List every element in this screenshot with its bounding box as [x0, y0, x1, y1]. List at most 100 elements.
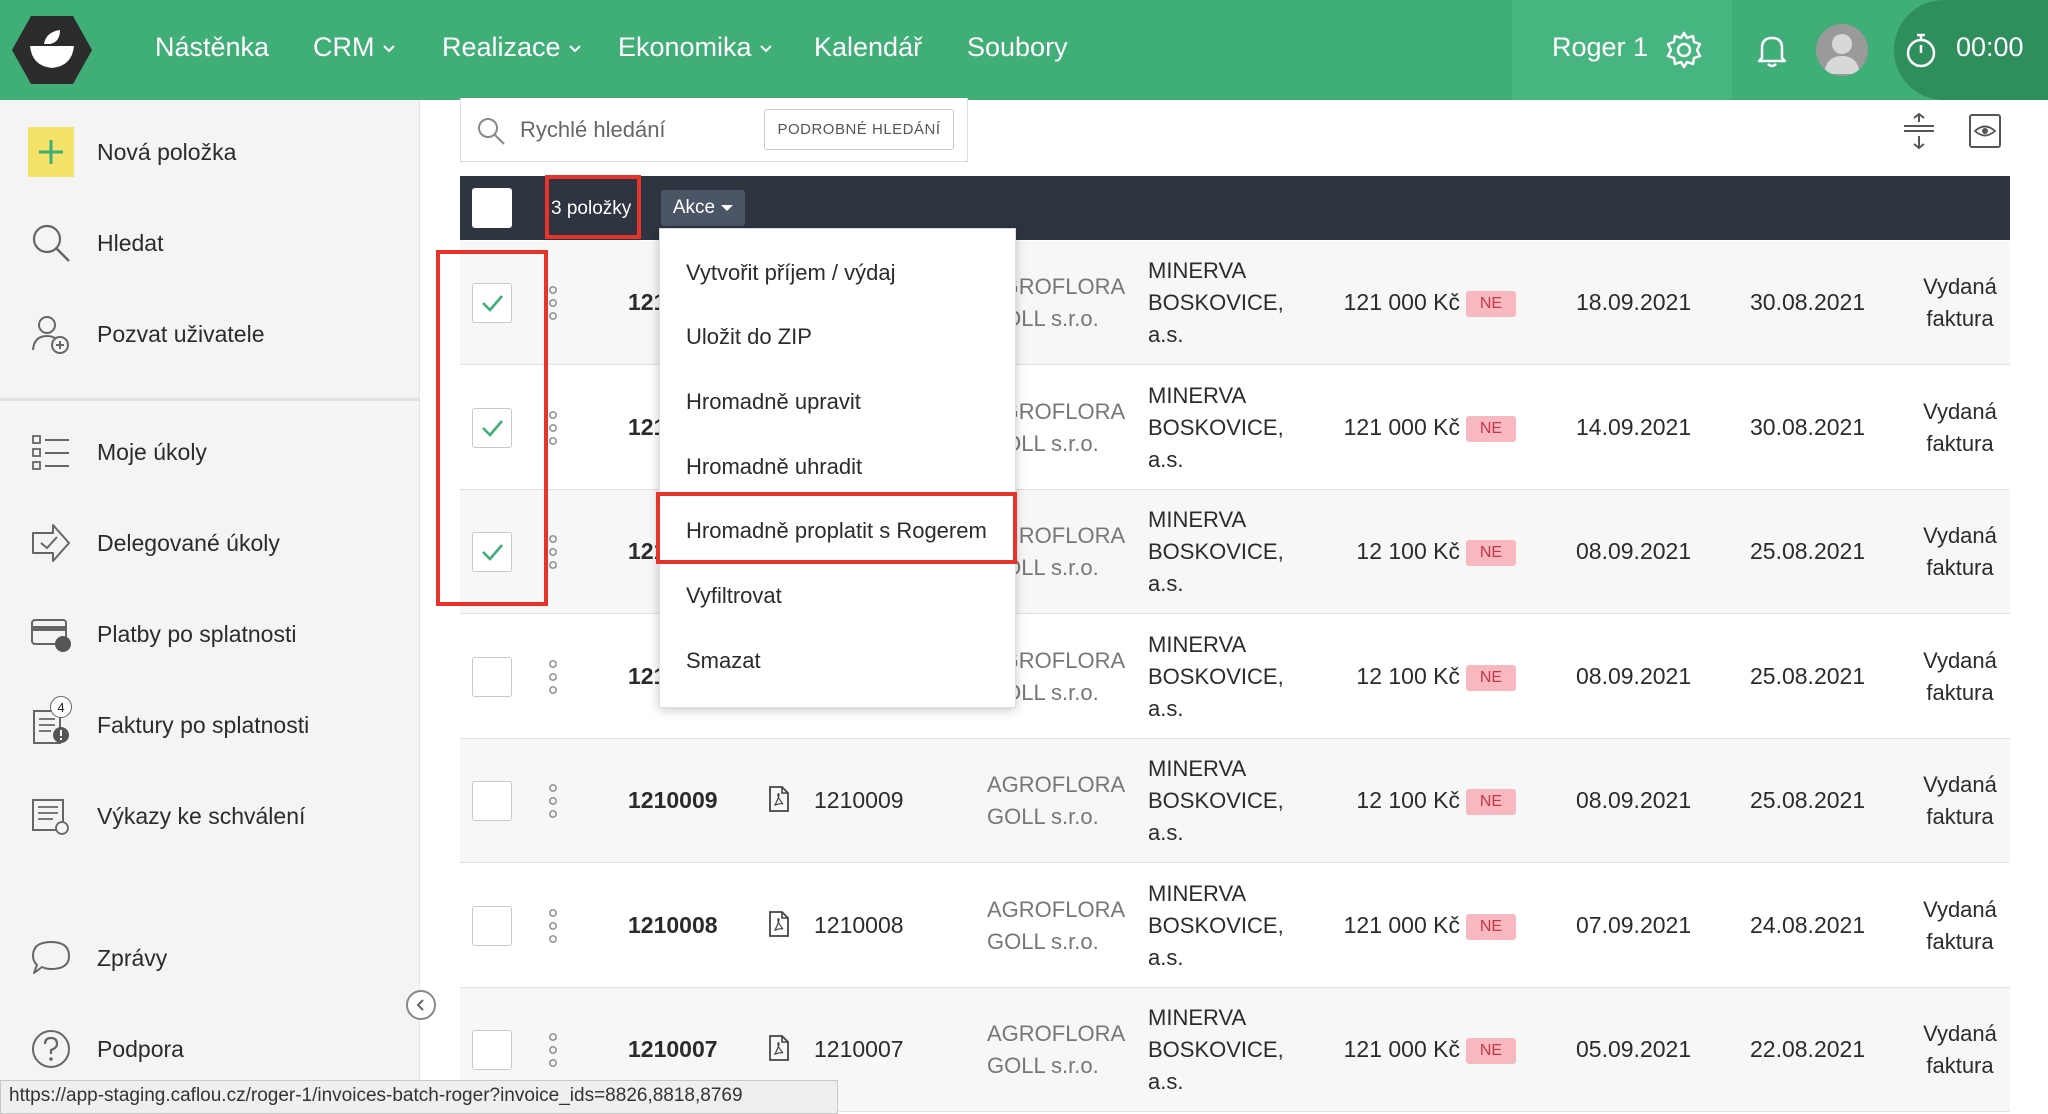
row-checkbox[interactable] [472, 906, 512, 946]
sidebar-item-support[interactable]: Podpora [0, 1017, 420, 1081]
user-silhouette-icon [1824, 34, 1860, 74]
sidebar-item-new[interactable]: Nová položka [0, 120, 420, 184]
delegate-icon [28, 520, 74, 566]
customer-line: a.s. [1148, 945, 1184, 970]
invoice-number[interactable]: 1210009 [628, 787, 718, 814]
actions-dropdown-button[interactable]: Akce [661, 190, 745, 226]
type-line: faktura [1926, 306, 1994, 331]
menu-item-bulk-pay[interactable]: Hromadně uhradit [660, 435, 1017, 499]
stopwatch-icon[interactable] [1902, 30, 1940, 70]
sidebar-item-messages[interactable]: Zprávy [0, 926, 420, 990]
sidebar-collapse-button[interactable] [406, 990, 436, 1020]
type-line: faktura [1926, 804, 1994, 829]
sidebar-item-label: Moje úkoly [97, 438, 207, 465]
user-name[interactable]: Roger 1 [1552, 32, 1648, 63]
gear-icon[interactable] [1664, 30, 1704, 70]
invoice-type: Vydaná faktura [1920, 645, 2000, 709]
row-menu-icon[interactable] [546, 783, 560, 819]
nav-nastenka[interactable]: Nástěnka [155, 32, 269, 63]
nav-realizace[interactable]: Realizace [442, 32, 583, 63]
customer-line: a.s. [1148, 1069, 1184, 1094]
nav-label: Ekonomika [618, 32, 752, 62]
pdf-file-icon[interactable] [768, 910, 790, 938]
customer-line: BOSKOVICE, [1148, 290, 1284, 315]
table-row[interactable]: 1210009 1210009 AGROFLORA GOLL s.r.o. MINERV… [460, 739, 2010, 863]
supplier-line: GOLL s.r.o. [987, 1053, 1099, 1078]
sidebar-item-label: Delegované úkoly [97, 529, 280, 556]
pdf-file-icon[interactable] [768, 785, 790, 813]
issue-date: 08.09.2021 [1576, 538, 1692, 564]
nav-kalendar[interactable]: Kalendář [814, 32, 922, 63]
menu-item-bulk-pay-roger[interactable]: Hromadně proplatit s Rogerem [660, 499, 1017, 563]
row-menu-icon[interactable] [546, 410, 560, 446]
row-checkbox[interactable] [472, 532, 512, 572]
logo-icon[interactable] [10, 14, 94, 86]
paid-status-badge: NE [1466, 540, 1516, 566]
document-number: 1210009 [814, 787, 904, 813]
menu-item-save-zip[interactable]: Uložit do ZIP [660, 305, 1017, 369]
menu-item-create-income-expense[interactable]: Vytvořit příjem / výdaj [660, 241, 1017, 305]
sidebar-item-delegated[interactable]: Delegované úkoly [0, 511, 420, 575]
status-url-bar: https://app-staging.caflou.cz/roger-1/in… [0, 1080, 838, 1114]
sidebar-item-overdue-payments[interactable]: Platby po splatnosti [0, 602, 420, 666]
row-menu-icon[interactable] [546, 534, 560, 570]
report-icon [28, 793, 74, 839]
bell-icon[interactable] [1752, 30, 1792, 70]
due-date: 30.08.2021 [1750, 414, 1866, 440]
column-resize-icon[interactable] [1900, 112, 1938, 150]
chevron-down-icon [382, 44, 395, 52]
invoice-type: Vydaná faktura [1920, 769, 2000, 833]
avatar[interactable] [1816, 24, 1868, 76]
customer-line: MINERVA [1148, 756, 1247, 781]
quick-search-input[interactable] [520, 112, 760, 148]
supplier-line: AGROFLORA [987, 897, 1126, 922]
view-eye-icon[interactable] [1966, 112, 2004, 150]
sidebar-item-label: Pozvat uživatele [97, 320, 265, 347]
menu-item-bulk-edit[interactable]: Hromadně upravit [660, 370, 1017, 434]
sidebar-item-label: Nová položka [97, 138, 237, 165]
sidebar-divider [0, 398, 420, 401]
nav-label: Realizace [442, 32, 561, 62]
customer-name: MINERVA BOSKOVICE, a.s. [1148, 380, 1284, 476]
supplier-line: GOLL s.r.o. [987, 929, 1099, 954]
document-number: 1210007 [814, 1036, 904, 1062]
row-checkbox[interactable] [472, 657, 512, 697]
invoice-number[interactable]: 1210007 [628, 1036, 718, 1063]
menu-item-delete[interactable]: Smazat [660, 629, 1017, 693]
row-menu-icon[interactable] [546, 659, 560, 695]
row-checkbox[interactable] [472, 781, 512, 821]
issue-date: 18.09.2021 [1576, 289, 1692, 315]
supplier-name: AGROFLORA GOLL s.r.o. [987, 894, 1125, 958]
sidebar-item-reports[interactable]: Výkazy ke schválení [0, 784, 420, 848]
select-all-checkbox[interactable] [472, 188, 512, 228]
type-line: Vydaná [1923, 897, 1997, 922]
advanced-search-button[interactable]: PODROBNÉ HLEDÁNÍ [764, 109, 954, 150]
nav-label: Soubory [967, 32, 1068, 62]
task-list-icon [28, 429, 74, 475]
sidebar-item-search[interactable]: Hledat [0, 211, 420, 275]
sidebar-item-invite[interactable]: Pozvat uživatele [0, 302, 420, 366]
table-row[interactable]: 1210008 1210008 AGROFLORA GOLL s.r.o. MINERV… [460, 864, 2010, 988]
paid-status-badge: NE [1466, 416, 1516, 442]
sidebar-item-overdue-invoices[interactable]: 4 Faktury po splatnosti [0, 693, 420, 757]
row-menu-icon[interactable] [546, 908, 560, 944]
customer-line: BOSKOVICE, [1148, 664, 1284, 689]
sidebar-item-label: Podpora [97, 1035, 184, 1062]
plus-icon [28, 127, 74, 177]
row-checkbox[interactable] [472, 408, 512, 448]
menu-item-filter[interactable]: Vyfiltrovat [660, 564, 1017, 628]
customer-line: BOSKOVICE, [1148, 1037, 1284, 1062]
nav-ekonomika[interactable]: Ekonomika [618, 32, 774, 63]
row-menu-icon[interactable] [546, 285, 560, 321]
row-menu-icon[interactable] [546, 1032, 560, 1068]
row-checkbox[interactable] [472, 1030, 512, 1070]
due-date: 24.08.2021 [1750, 912, 1866, 938]
row-checkbox[interactable] [472, 283, 512, 323]
sidebar-item-my-tasks[interactable]: Moje úkoly [0, 420, 420, 484]
pdf-file-icon[interactable] [768, 1034, 790, 1062]
nav-soubory[interactable]: Soubory [967, 32, 1068, 63]
timer-value[interactable]: 00:00 [1956, 32, 2024, 63]
invoice-number[interactable]: 1210008 [628, 912, 718, 939]
nav-crm[interactable]: CRM [313, 32, 397, 63]
type-line: Vydaná [1923, 772, 1997, 797]
